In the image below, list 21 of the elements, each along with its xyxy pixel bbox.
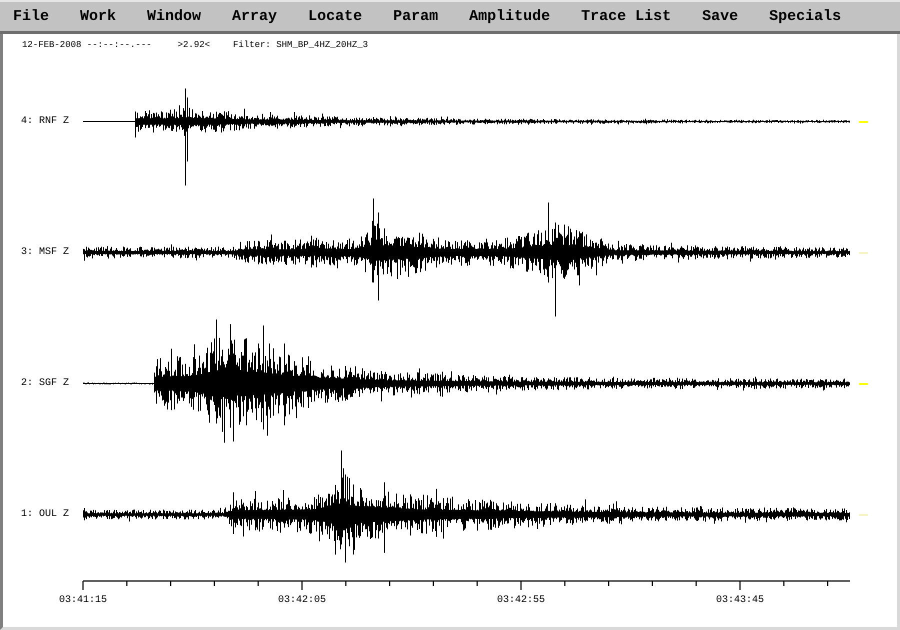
- menu-item[interactable]: File: [5, 6, 58, 27]
- time-label: 03:42:55: [497, 595, 545, 606]
- menu-item[interactable]: Amplitude: [461, 6, 558, 27]
- menu-item[interactable]: Trace List: [573, 6, 680, 27]
- time-label: 03:41:15: [59, 595, 107, 606]
- date-time-text: 12-FEB-2008 --:--:--.---: [22, 40, 152, 50]
- time-label: 03:43:45: [716, 595, 764, 606]
- time-label: 03:42:05: [278, 595, 326, 606]
- channel-label: 1: OUL Z: [20, 509, 70, 520]
- menu-item[interactable]: Work: [72, 6, 124, 27]
- menu-item[interactable]: Save: [694, 6, 746, 27]
- amplitude-scale-text: >2.92<: [178, 40, 210, 50]
- filter-text: Filter: SHM_BP_4HZ_20HZ_3: [233, 40, 368, 50]
- menu-item[interactable]: Specials: [761, 6, 850, 27]
- channel-label: 3: MSF Z: [20, 247, 70, 258]
- menu-item[interactable]: Array: [224, 6, 286, 27]
- channel-label: 4: RNF Z: [20, 116, 70, 127]
- menu-item[interactable]: Param: [385, 6, 446, 27]
- menu-item[interactable]: Window: [139, 6, 210, 27]
- menu-item[interactable]: Locate: [300, 6, 370, 27]
- channel-label: 2: SGF Z: [20, 378, 70, 389]
